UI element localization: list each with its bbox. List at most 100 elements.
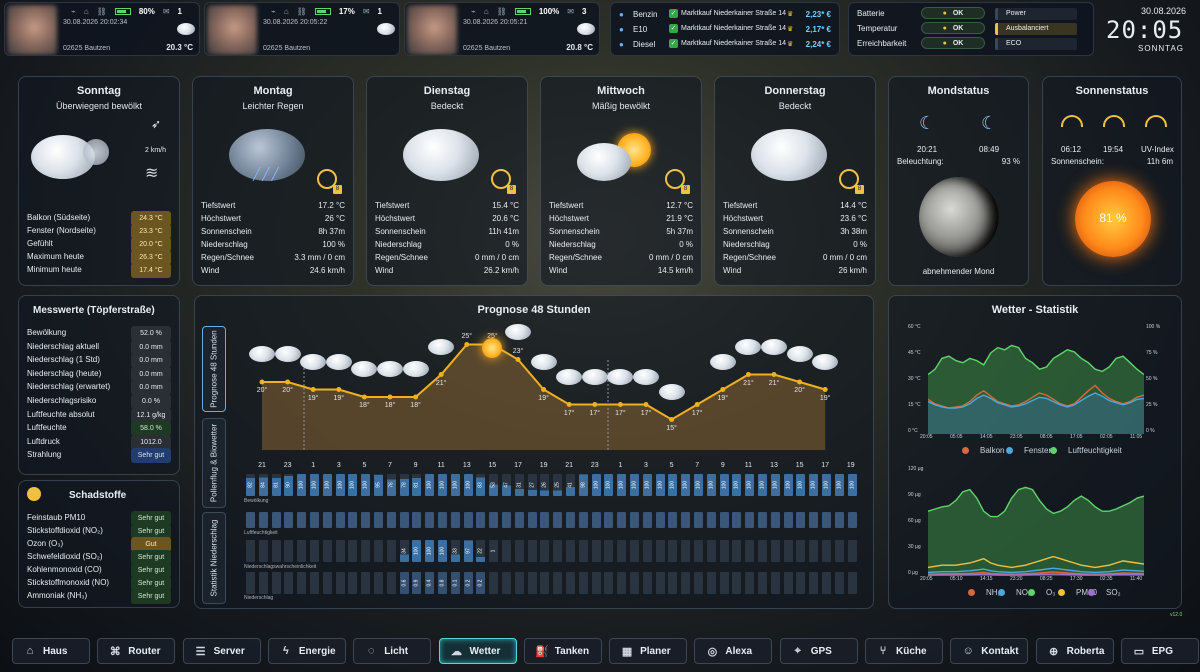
day-row-value: 0 % xyxy=(679,240,693,249)
temp-point xyxy=(464,342,470,347)
fuel-prices[interactable]: ● Benzin ✓ Marktkauf Niederkainer Straße 14… xyxy=(610,2,840,56)
power-mode-eco[interactable]: ECO xyxy=(995,38,1077,50)
nav-label: Küche xyxy=(896,645,927,657)
link-icon: ⛓ xyxy=(496,7,507,16)
chart-legend-item[interactable]: NO₂ xyxy=(998,588,1031,597)
cloud-icon xyxy=(812,353,839,370)
cloud-cover-value: 100 xyxy=(682,480,689,490)
precip-amount-bar xyxy=(642,572,652,594)
day-panel-mittwoch[interactable]: Mittwoch Mäßig bewölkt 8 Tiefstwert 12.7 °C H… xyxy=(540,76,702,286)
chart-legend-item[interactable]: Balkon xyxy=(962,446,1004,455)
precip-probability-bar xyxy=(783,540,793,562)
temp-label: 19° xyxy=(307,394,319,402)
temp-label: 19° xyxy=(538,394,549,402)
status-value: OK xyxy=(952,10,964,17)
chart-legend-item[interactable]: SO₂ xyxy=(1088,588,1121,597)
precip-amount-bar xyxy=(796,572,806,594)
cloud-cover-value: 26 xyxy=(541,482,548,488)
x-axis-label: 20:05 xyxy=(920,434,933,440)
cloud-cover-value: 98 xyxy=(580,482,587,488)
day-row-value: 24.6 km/h xyxy=(309,266,345,275)
nav-planer[interactable]: ▦ Planer xyxy=(609,638,688,664)
fuel-price: 2,24* € xyxy=(805,40,831,49)
camera-thumbnail xyxy=(7,5,57,55)
camera-card[interactable]: ⌁ ⌂ ⛓ 17% ✉ 1 30.08.2026 20:05:22 02625 Bautzen xyxy=(204,2,400,56)
day-row-label: Höchstwert xyxy=(549,214,590,223)
cloud-cover-bar: 100 xyxy=(642,474,652,496)
forecast-hour: 9 xyxy=(720,462,725,469)
precip-probability-bar xyxy=(540,540,550,562)
nav-haus[interactable]: ⌂ Haus xyxy=(12,638,90,664)
nav-label: Wetter xyxy=(469,645,501,657)
day-panel-donnerstag[interactable]: Donnerstag Bedeckt 8 Tiefstwert 14.4 °C Höchs… xyxy=(714,76,876,286)
cloud-cover-bar: 100 xyxy=(297,474,307,496)
day-panel-montag[interactable]: Montag Leichter Regen ╱╱╱ 8 Tiefstwert 17.2 °… xyxy=(192,76,354,286)
nav-epg[interactable]: ▭ EPG xyxy=(1120,638,1199,664)
cloud-cover-bar: 100 xyxy=(668,474,678,496)
power-mode-power[interactable]: Power xyxy=(995,8,1077,20)
day-row-value: 5h 37m xyxy=(666,227,693,236)
cloud-cover-bar: 98 xyxy=(578,474,588,496)
cloud-icon xyxy=(658,383,685,400)
mail-count: 1 xyxy=(377,7,382,16)
nav-alexa[interactable]: ◎ Alexa xyxy=(694,638,773,664)
humidity-bar xyxy=(809,512,819,528)
nav-tanken[interactable]: ⛽ Tanken xyxy=(523,638,602,664)
cloud-icon xyxy=(249,346,275,362)
nav-roberta[interactable]: ⊕ Roberta xyxy=(1035,638,1114,664)
cloud-icon xyxy=(274,346,301,362)
humidity-bar xyxy=(745,512,755,528)
temp-label: 17° xyxy=(640,409,652,417)
mail-icon: ✉ xyxy=(567,7,574,16)
status-dot: ● xyxy=(942,40,947,47)
forecast-tab[interactable]: Prognose 48 Stunden xyxy=(202,326,226,412)
camera-card[interactable]: ⌁ ⌂ ⛓ 100% ✉ 3 30.08.2026 20:05:21 02625 Bautze… xyxy=(404,2,600,56)
nav-label: Router xyxy=(128,645,161,657)
forecast-tab[interactable]: Statistik Niederschlag xyxy=(202,512,226,604)
chart-legend-item[interactable]: Fenster xyxy=(1006,446,1051,455)
temp-label: 19° xyxy=(333,394,345,402)
power-mode-ausbalanciert[interactable]: Ausbalanciert xyxy=(995,23,1077,35)
cloud-cover-bar: 100 xyxy=(463,474,473,496)
chart-legend-item[interactable]: O₃ xyxy=(1028,588,1055,597)
precip-amount-bar xyxy=(732,572,742,594)
status-label: Batterie xyxy=(857,9,885,18)
forecast-tab[interactable]: Pollenflug & Biowetter xyxy=(202,418,226,508)
check-icon: ✓ xyxy=(669,24,678,33)
x-axis-label: 23:05 xyxy=(1010,434,1023,440)
day-panel-dienstag[interactable]: Dienstag Bedeckt 8 Tiefstwert 15.4 °C Höchstw… xyxy=(366,76,528,286)
camera-card[interactable]: ⌁ ⌂ ⛓ 80% ✉ 1 30.08.2026 20:02:34 02625 Bautzen… xyxy=(4,2,200,56)
today-title: Sonntag xyxy=(77,85,121,97)
temp-point xyxy=(541,387,547,392)
forecast-hour: 23 xyxy=(283,462,292,469)
cloud-icon xyxy=(428,338,455,355)
nav-wetter[interactable]: ☁ Wetter xyxy=(438,638,517,664)
forecast-row-label: Luftfeuchtigkeit xyxy=(244,530,278,536)
humidity-bar xyxy=(489,512,499,528)
cloud-cover-bar: 100 xyxy=(604,474,614,496)
nav-licht[interactable]: ◌ Licht xyxy=(353,638,432,664)
precip-probability-bar xyxy=(322,540,332,562)
wind-icon: ≋ xyxy=(145,165,159,182)
nav-gps[interactable]: ⌖ GPS xyxy=(779,638,858,664)
nav-label: Planer xyxy=(640,645,671,657)
camera-thumbnail xyxy=(207,5,257,55)
connection-icon: ⌁ xyxy=(471,7,476,16)
precip-amount-bar xyxy=(809,572,819,594)
precip-amount-bar xyxy=(604,572,614,594)
precip-probability-value: 100 xyxy=(426,546,433,556)
day-row: Regen/Schnee 3.3 mm / 0 cm xyxy=(201,251,345,264)
day-row-value: 14.5 km/h xyxy=(657,266,693,275)
nav-energie[interactable]: ϟ Energie xyxy=(267,638,346,664)
nav-server[interactable]: ☰ Server xyxy=(182,638,261,664)
day-row: Niederschlag 0 % xyxy=(549,238,693,251)
status-ok-badge: ● OK xyxy=(921,22,985,34)
nav-router[interactable]: ⌘ Router xyxy=(97,638,176,664)
day-row-label: Sonnenschein xyxy=(549,227,600,236)
nav-kueche[interactable]: ⑂ Küche xyxy=(865,638,943,664)
day-row-label: Tiefstwert xyxy=(723,201,758,210)
nav-kontakt[interactable]: ☺ Kontakt xyxy=(950,638,1029,664)
chart-legend-item[interactable]: NH₃ xyxy=(968,588,1001,597)
temp-label: 17° xyxy=(615,409,626,417)
chart-legend-item[interactable]: Luftfeuchtigkeit xyxy=(1050,446,1122,455)
